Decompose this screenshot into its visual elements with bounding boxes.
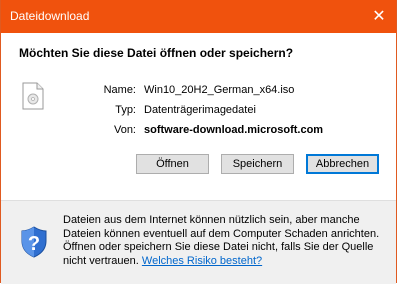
window-title: Dateidownload xyxy=(10,9,90,23)
name-label: Name: xyxy=(103,84,136,96)
open-button[interactable]: Öffnen xyxy=(136,154,209,174)
from-label: Von: xyxy=(113,124,136,136)
cancel-button[interactable]: Abbrechen xyxy=(306,154,379,174)
security-shield-icon: ? xyxy=(21,226,47,258)
file-type-value: Datenträgerimagedatei xyxy=(144,104,256,116)
security-info: Dateien aus dem Internet können nützlich… xyxy=(63,214,383,268)
save-button[interactable]: Speichern xyxy=(221,154,294,174)
file-name-value: Win10_20H2_German_x64.iso xyxy=(144,84,295,96)
dialog-question: Möchten Sie diese Datei öffnen oder spei… xyxy=(19,46,294,60)
download-dialog: Dateidownload ✕ Möchten Sie diese Datei … xyxy=(0,0,397,284)
title-bar[interactable]: Dateidownload ✕ xyxy=(1,0,396,33)
type-label: Typ: xyxy=(115,104,136,116)
svg-text:?: ? xyxy=(28,233,40,255)
risk-info-link[interactable]: Welches Risiko besteht? xyxy=(142,255,262,267)
source-value: software-download.microsoft.com xyxy=(144,124,324,136)
close-button[interactable]: ✕ xyxy=(362,0,396,33)
file-icon xyxy=(22,82,44,110)
